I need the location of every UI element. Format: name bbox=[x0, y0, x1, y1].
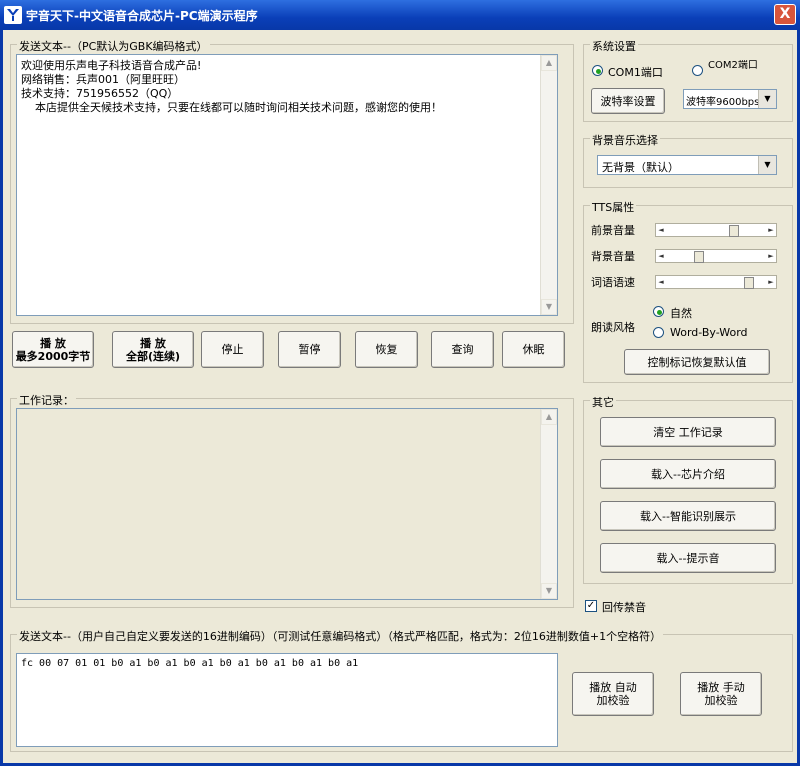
load-prompt-tone-button[interactable]: 载入--提示音 bbox=[600, 543, 776, 573]
app-icon bbox=[4, 6, 22, 24]
load-smart-demo-button[interactable]: 载入--智能识别展示 bbox=[600, 501, 776, 531]
bg-music-value: 无背景（默认） bbox=[602, 161, 679, 174]
close-icon[interactable]: X bbox=[774, 4, 796, 25]
restore-defaults-button[interactable]: 控制标记恢复默认值 bbox=[624, 349, 770, 375]
echo-mute-label: 回传禁音 bbox=[602, 601, 646, 614]
window-title: 宇音天下-中文语音合成芯片-PC端演示程序 bbox=[26, 9, 258, 23]
send-text-line: 本店提供全天候技术支持，只要在线都可以随时询问相关技术问题，感谢您的使用！ bbox=[21, 101, 442, 114]
baud-settings-button[interactable]: 波特率设置 bbox=[591, 88, 665, 114]
resume-button[interactable]: 恢复 bbox=[355, 331, 418, 368]
tts-group-label: TTS属性 bbox=[590, 199, 637, 215]
play-all-button[interactable]: 播 放 全部(连续) bbox=[112, 331, 194, 368]
scroll-down-icon[interactable]: ▼ bbox=[541, 299, 557, 315]
slider-right-icon[interactable]: ► bbox=[766, 250, 776, 262]
play-all-line1: 播 放 bbox=[140, 336, 166, 350]
pause-button[interactable]: 暂停 bbox=[278, 331, 341, 368]
play-auto-check-button[interactable]: 播放 自动 加校验 bbox=[572, 672, 654, 716]
system-settings-group-label: 系统设置 bbox=[590, 38, 638, 54]
scroll-up-icon[interactable]: ▲ bbox=[541, 55, 557, 71]
foreground-volume-slider[interactable]: ◄ ► bbox=[655, 223, 777, 237]
chevron-down-icon[interactable]: ▼ bbox=[758, 90, 776, 108]
style-natural-radio[interactable] bbox=[653, 306, 664, 317]
play-all-line2: 全部(连续) bbox=[125, 349, 181, 363]
play-max-line1: 播 放 bbox=[40, 336, 66, 350]
checkmark-icon: ✓ bbox=[586, 600, 596, 611]
foreground-volume-thumb[interactable] bbox=[729, 225, 739, 237]
chevron-down-icon[interactable]: ▼ bbox=[758, 156, 776, 174]
hex-send-group-label: 发送文本--（用户自己自定义要发送的16进制编码）（可测试任意编码格式）（格式严… bbox=[17, 628, 664, 644]
stop-button[interactable]: 停止 bbox=[201, 331, 264, 368]
play-manual-check-line2: 加校验 bbox=[704, 694, 738, 707]
foreground-volume-label: 前景音量 bbox=[591, 224, 635, 237]
send-text-scrollbar[interactable]: ▲ ▼ bbox=[540, 55, 557, 315]
sleep-button[interactable]: 休眠 bbox=[502, 331, 565, 368]
style-natural-label: 自然 bbox=[670, 307, 692, 320]
play-max-line2: 最多2000字节 bbox=[15, 349, 91, 363]
style-word-radio[interactable] bbox=[653, 327, 664, 338]
speech-rate-slider[interactable]: ◄ ► bbox=[655, 275, 777, 289]
play-auto-check-line1: 播放 自动 bbox=[589, 681, 637, 694]
load-chip-intro-button[interactable]: 载入--芯片介绍 bbox=[600, 459, 776, 489]
hex-input-value: fc 00 07 01 01 b0 a1 b0 a1 b0 a1 b0 a1 b… bbox=[21, 658, 359, 669]
work-log-scrollbar[interactable]: ▲ ▼ bbox=[540, 409, 557, 599]
send-text-line: 欢迎使用乐声电子科技语音合成产品! bbox=[21, 59, 202, 72]
play-max-button[interactable]: 播 放 最多2000字节 bbox=[12, 331, 94, 368]
com1-label: COM1端口 bbox=[608, 66, 663, 79]
echo-mute-checkbox[interactable]: ✓ bbox=[585, 600, 597, 612]
play-manual-check-button[interactable]: 播放 手动 加校验 bbox=[680, 672, 762, 716]
slider-left-icon[interactable]: ◄ bbox=[656, 276, 666, 288]
style-word-label: Word-By-Word bbox=[670, 326, 748, 339]
work-log-group-label: 工作记录： bbox=[17, 392, 76, 408]
play-manual-check-line1: 播放 手动 bbox=[697, 681, 745, 694]
send-text-line: 技术支持：751956552（QQ） bbox=[21, 87, 179, 100]
reading-style-label: 朗读风格 bbox=[591, 321, 635, 334]
slider-right-icon[interactable]: ► bbox=[766, 276, 776, 288]
speech-rate-label: 词语语速 bbox=[591, 276, 635, 289]
slider-left-icon[interactable]: ◄ bbox=[656, 224, 666, 236]
clear-log-button[interactable]: 清空 工作记录 bbox=[600, 417, 776, 447]
title-bar[interactable]: 宇音天下-中文语音合成芯片-PC端演示程序 X bbox=[0, 0, 800, 30]
bg-music-group-label: 背景音乐选择 bbox=[590, 132, 660, 148]
other-group-label: 其它 bbox=[590, 394, 616, 410]
send-text-group-label: 发送文本--（PC默认为GBK编码格式） bbox=[17, 38, 210, 54]
slider-left-icon[interactable]: ◄ bbox=[656, 250, 666, 262]
background-volume-slider[interactable]: ◄ ► bbox=[655, 249, 777, 263]
slider-right-icon[interactable]: ► bbox=[766, 224, 776, 236]
com2-label: COM2端口 bbox=[708, 60, 758, 71]
baud-rate-select[interactable]: 波特率9600bps ▼ bbox=[683, 89, 777, 109]
background-volume-thumb[interactable] bbox=[694, 251, 704, 263]
com2-radio[interactable] bbox=[692, 65, 703, 76]
speech-rate-thumb[interactable] bbox=[744, 277, 754, 289]
work-log-area[interactable]: ▲ ▼ bbox=[16, 408, 558, 600]
query-button[interactable]: 查询 bbox=[431, 331, 494, 368]
hex-input[interactable]: fc 00 07 01 01 b0 a1 b0 a1 b0 a1 b0 a1 b… bbox=[16, 653, 558, 747]
scroll-up-icon[interactable]: ▲ bbox=[541, 409, 557, 425]
background-volume-label: 背景音量 bbox=[591, 250, 635, 263]
scroll-down-icon[interactable]: ▼ bbox=[541, 583, 557, 599]
baud-rate-value: 波特率9600bps bbox=[686, 97, 760, 108]
com1-radio[interactable] bbox=[592, 65, 603, 76]
bg-music-select[interactable]: 无背景（默认） ▼ bbox=[597, 155, 777, 175]
send-text-line: 网络销售：兵声001（阿里旺旺） bbox=[21, 73, 185, 86]
play-auto-check-line2: 加校验 bbox=[596, 694, 630, 707]
send-text-area[interactable]: 欢迎使用乐声电子科技语音合成产品! 网络销售：兵声001（阿里旺旺） 技术支持：… bbox=[16, 54, 558, 316]
